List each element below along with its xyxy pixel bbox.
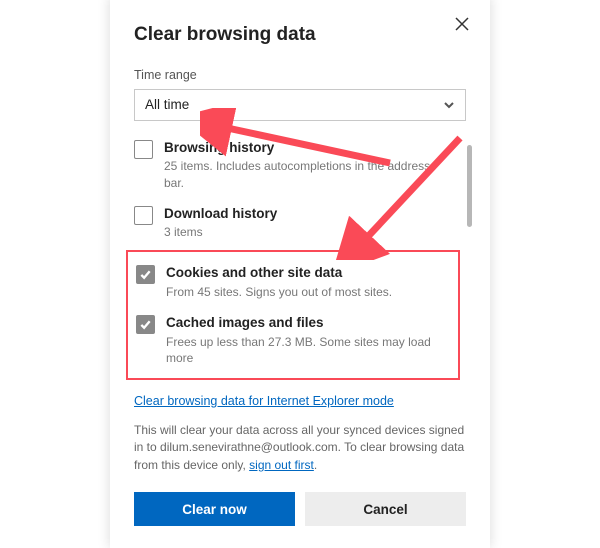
time-range-label: Time range — [134, 68, 466, 82]
checkbox-cache[interactable] — [136, 315, 155, 334]
check-icon — [139, 268, 152, 281]
ie-mode-link[interactable]: Clear browsing data for Internet Explore… — [134, 394, 394, 408]
item-label: Cookies and other site data — [166, 264, 392, 282]
close-icon — [455, 17, 469, 31]
item-sub: From 45 sites. Signs you out of most sit… — [166, 284, 392, 300]
chevron-down-icon — [443, 99, 455, 111]
checkbox-list: Browsing history 25 items. Includes auto… — [134, 139, 466, 380]
item-label: Download history — [164, 205, 277, 223]
item-download-history: Download history 3 items — [134, 205, 452, 241]
time-range-select[interactable]: All time — [134, 89, 466, 121]
sync-footnote: This will clear your data across all you… — [134, 422, 466, 474]
time-range-value: All time — [145, 97, 189, 112]
dialog-title: Clear browsing data — [134, 24, 466, 46]
close-button[interactable] — [452, 14, 472, 34]
item-label: Cached images and files — [166, 314, 450, 332]
item-cookies: Cookies and other site data From 45 site… — [136, 264, 450, 300]
annotation-highlight-box: Cookies and other site data From 45 site… — [126, 250, 460, 380]
cancel-button[interactable]: Cancel — [305, 492, 466, 526]
item-cache: Cached images and files Frees up less th… — [136, 314, 450, 366]
checkbox-browsing-history[interactable] — [134, 140, 153, 159]
clear-now-button[interactable]: Clear now — [134, 492, 295, 526]
sign-out-link[interactable]: sign out first — [249, 458, 314, 472]
item-sub: 3 items — [164, 224, 277, 240]
item-browsing-history: Browsing history 25 items. Includes auto… — [134, 139, 452, 191]
item-label: Browsing history — [164, 139, 452, 157]
item-sub: Frees up less than 27.3 MB. Some sites m… — [166, 334, 450, 366]
item-sub: 25 items. Includes autocompletions in th… — [164, 158, 452, 190]
check-icon — [139, 318, 152, 331]
checkbox-download-history[interactable] — [134, 206, 153, 225]
clear-browsing-data-dialog: Clear browsing data Time range All time … — [110, 0, 490, 548]
button-row: Clear now Cancel — [134, 492, 466, 526]
scrollbar[interactable] — [467, 145, 472, 227]
checkbox-cookies[interactable] — [136, 265, 155, 284]
